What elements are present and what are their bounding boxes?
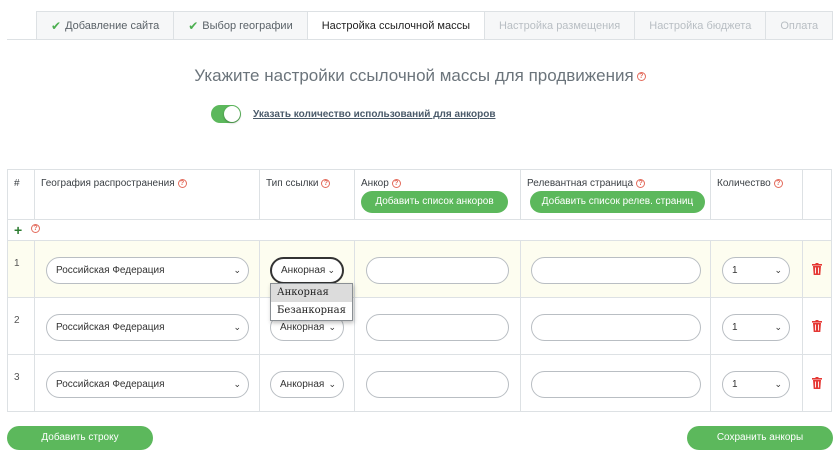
tab-budget: Настройка бюджета [634, 11, 766, 40]
page-input[interactable] [531, 371, 701, 398]
link-type-select[interactable]: Анкорная ⌄ [270, 371, 344, 398]
check-icon: ✔ [51, 18, 62, 33]
header-page: Релевантная страница [527, 178, 634, 189]
add-row-strip: + ? [7, 220, 832, 241]
table-row: 3 Российская Федерация ⌄ Анкорная ⌄ 1 ⌄ [7, 355, 832, 412]
chevron-down-icon: ⌄ [774, 322, 782, 332]
geo-select[interactable]: Российская Федерация ⌄ [46, 314, 249, 341]
trash-icon[interactable] [812, 263, 822, 275]
header-geo: География распространения [41, 178, 175, 189]
help-icon[interactable]: ? [636, 72, 646, 82]
header-link-type-cell: Тип ссылки? [260, 170, 355, 219]
anchor-input[interactable] [366, 257, 509, 284]
tab-geography[interactable]: ✔ Выбор географии [173, 11, 307, 40]
chevron-down-icon: ⌄ [328, 379, 336, 389]
help-icon[interactable]: ? [321, 178, 331, 188]
header-qty-cell: Количество? [711, 170, 803, 219]
page-input[interactable] [531, 257, 701, 284]
step-tabs: ✔ Добавление сайта ✔ Выбор географии Настр… [36, 11, 834, 40]
plus-icon[interactable]: + [14, 223, 22, 237]
geo-select[interactable]: Российская Федерация ⌄ [46, 371, 249, 398]
table-row: 2 Российская Федерация ⌄ Анкорная ⌄ 1 ⌄ [7, 298, 832, 355]
save-anchors-button[interactable]: Сохранить анкоры [687, 426, 833, 450]
header-actions-cell [803, 170, 832, 219]
help-icon[interactable]: ? [31, 224, 40, 233]
header-num: # [14, 178, 20, 189]
header-page-cell: Релевантная страница? Добавить список ре… [521, 170, 711, 219]
row-number: 2 [14, 315, 20, 326]
chevron-down-icon: ⌄ [774, 265, 782, 275]
tab-payment: Оплата [765, 11, 834, 40]
tabs-divider [7, 39, 833, 40]
chevron-down-icon: ⌄ [233, 379, 241, 389]
header-anchor-cell: Анкор? Добавить список анкоров [355, 170, 521, 219]
header-geo-cell: География распространения? [35, 170, 260, 219]
chevron-down-icon: ⌄ [327, 265, 335, 275]
trash-icon[interactable] [812, 377, 822, 389]
geo-select[interactable]: Российская Федерация ⌄ [46, 257, 249, 284]
link-type-select[interactable]: Анкорная ⌄ [270, 257, 344, 284]
help-icon[interactable]: ? [636, 178, 646, 188]
chevron-down-icon: ⌄ [774, 379, 782, 389]
anchor-input[interactable] [366, 371, 509, 398]
header-link-type: Тип ссылки [266, 178, 319, 189]
header-num-cell: # [8, 170, 35, 219]
row-number: 3 [14, 372, 20, 383]
add-row-button[interactable]: Добавить строку [7, 426, 153, 450]
anchor-usage-toggle-label[interactable]: Указать количество использований для анк… [253, 109, 495, 120]
quantity-select[interactable]: 1 ⌄ [722, 371, 790, 398]
anchor-usage-toggle-group: Указать количество использований для анк… [211, 105, 495, 123]
tab-link-mass[interactable]: Настройка ссылочной массы [306, 11, 484, 40]
quantity-select[interactable]: 1 ⌄ [722, 314, 790, 341]
page-title: Укажите настройки ссылочной массы для пр… [0, 66, 840, 86]
table-row: 1 Российская Федерация ⌄ Анкорная ⌄ 1 ⌄ [7, 241, 832, 298]
anchor-usage-toggle[interactable] [211, 105, 241, 123]
page-input[interactable] [531, 314, 701, 341]
header-anchor: Анкор [361, 178, 389, 189]
link-type-dropdown: Анкорная Безанкорная [270, 283, 353, 321]
add-page-list-button[interactable]: Добавить список релев. страниц [530, 191, 705, 213]
toggle-knob [224, 106, 240, 122]
chevron-down-icon: ⌄ [233, 265, 241, 275]
check-icon: ✔ [188, 18, 199, 33]
tab-add-site[interactable]: ✔ Добавление сайта [36, 11, 174, 40]
add-anchor-list-button[interactable]: Добавить список анкоров [361, 191, 508, 213]
table-header: # География распространения? Тип ссылки?… [7, 169, 832, 220]
header-qty: Количество [717, 178, 771, 189]
trash-icon[interactable] [812, 320, 822, 332]
dropdown-option-anchor[interactable]: Анкорная [271, 284, 352, 302]
help-icon[interactable]: ? [391, 178, 401, 188]
row-number: 1 [14, 258, 20, 269]
help-icon[interactable]: ? [773, 178, 783, 188]
help-icon[interactable]: ? [177, 178, 187, 188]
dropdown-option-no-anchor[interactable]: Безанкорная [271, 302, 352, 320]
chevron-down-icon: ⌄ [233, 322, 241, 332]
quantity-select[interactable]: 1 ⌄ [722, 257, 790, 284]
anchor-input[interactable] [366, 314, 509, 341]
tab-placement: Настройка размещения [483, 11, 635, 40]
